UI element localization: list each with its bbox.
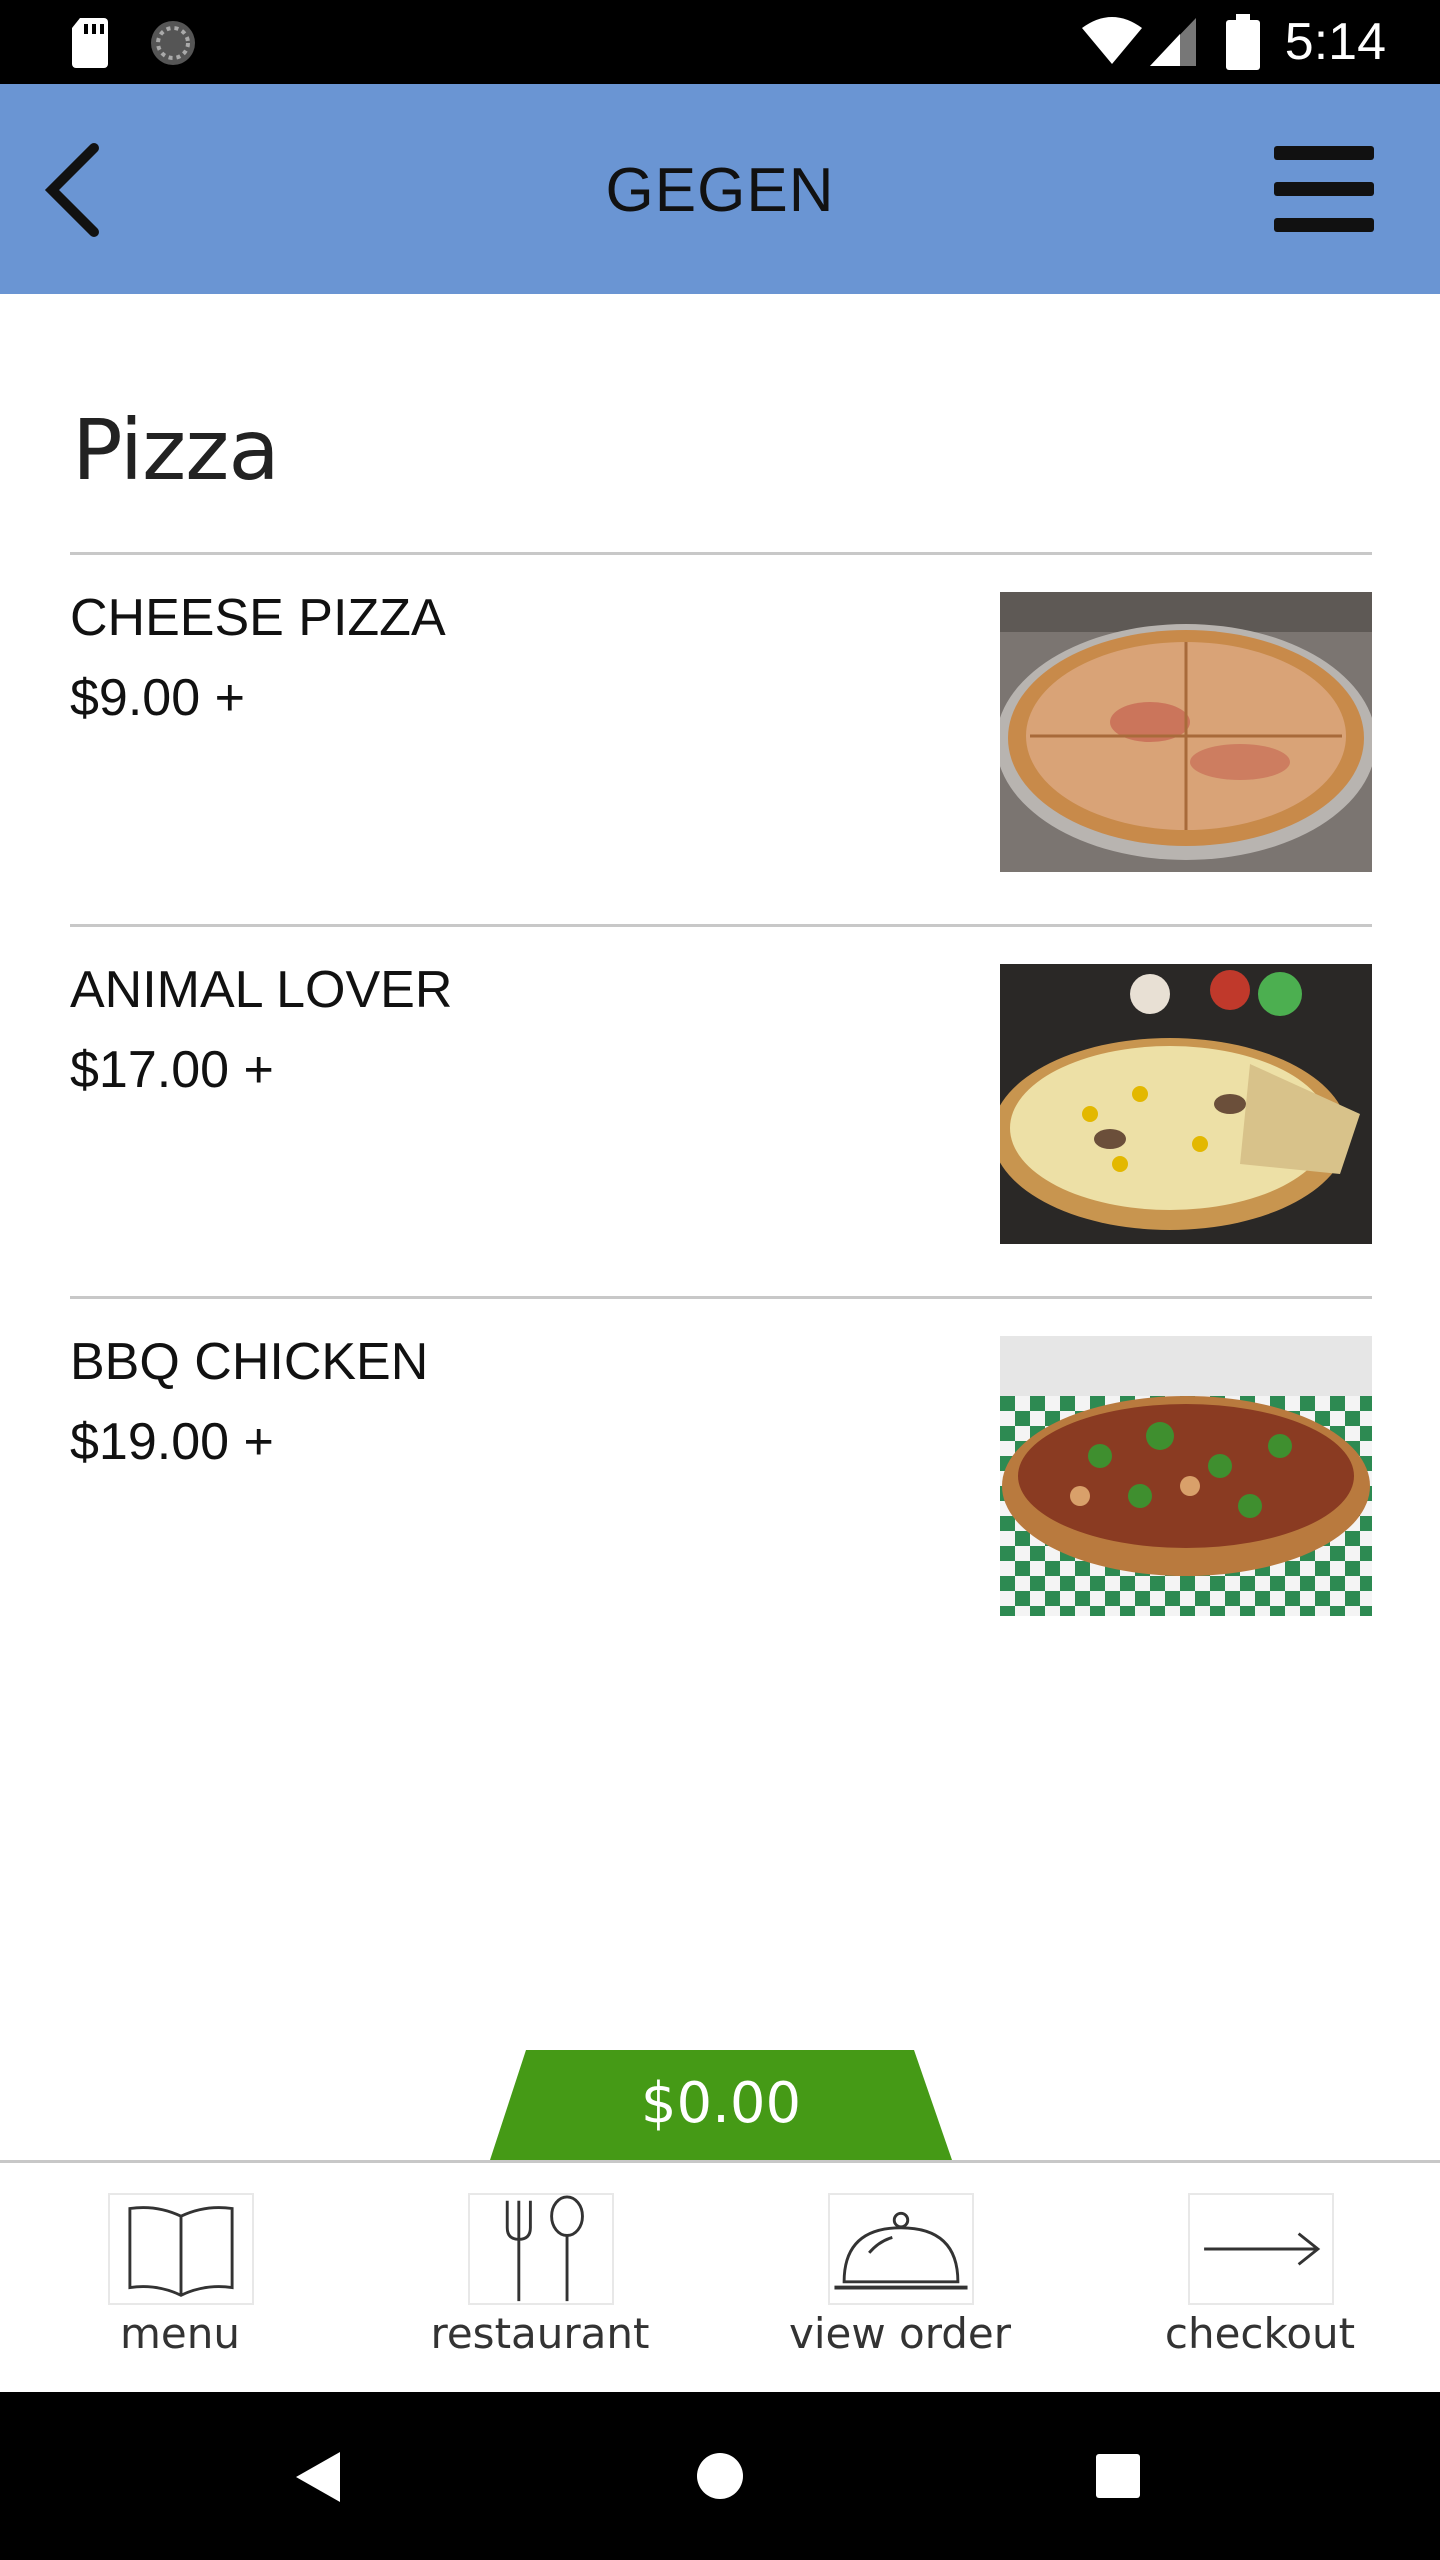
divider bbox=[70, 924, 1372, 927]
item-name: ANIMAL LOVER bbox=[70, 961, 453, 1019]
open-book-icon bbox=[108, 2193, 254, 2305]
item-name: CHEESE PIZZA bbox=[70, 589, 446, 647]
category-title: Pizza bbox=[72, 401, 280, 499]
home-circle-icon[interactable] bbox=[696, 2452, 744, 2500]
sd-card-icon bbox=[72, 18, 108, 68]
nav-menu[interactable]: menu bbox=[0, 2193, 360, 2383]
app-header: GEGEN bbox=[0, 84, 1440, 294]
divider bbox=[70, 1296, 1372, 1299]
nav-label: view order bbox=[788, 2309, 1012, 2358]
item-price: $9.00 + bbox=[70, 669, 245, 727]
cart-total: $0.00 bbox=[640, 2071, 802, 2136]
bottom-nav: menu restaurant view order checkout bbox=[0, 2160, 1440, 2392]
status-time: 5:14 bbox=[1284, 13, 1386, 71]
sync-icon bbox=[151, 21, 195, 65]
nav-view-order[interactable]: view order bbox=[720, 2193, 1080, 2383]
signal-icon bbox=[1150, 18, 1196, 66]
bbq-chicken-pizza-photo bbox=[1000, 1336, 1372, 1616]
item-price: $19.00 + bbox=[70, 1413, 274, 1471]
cart-total-tab[interactable]: $0.00 bbox=[490, 2050, 952, 2160]
status-bar: 5:14 bbox=[0, 0, 1440, 84]
divider bbox=[70, 552, 1372, 555]
nav-checkout[interactable]: checkout bbox=[1080, 2193, 1440, 2383]
fork-spoon-icon bbox=[468, 2193, 614, 2305]
nav-label: menu bbox=[120, 2309, 240, 2358]
animal-lover-pizza-photo bbox=[1000, 964, 1372, 1244]
hamburger-icon[interactable] bbox=[1274, 142, 1374, 236]
nav-label: restaurant bbox=[430, 2309, 650, 2358]
battery-icon bbox=[1226, 14, 1260, 70]
item-price: $17.00 + bbox=[70, 1041, 274, 1099]
back-triangle-icon[interactable] bbox=[296, 2452, 340, 2502]
nav-label: checkout bbox=[1164, 2309, 1356, 2358]
item-name: BBQ CHICKEN bbox=[70, 1333, 429, 1391]
cloche-icon bbox=[828, 2193, 974, 2305]
cheese-pizza-photo bbox=[1000, 592, 1372, 872]
menu-item-bbq-chicken[interactable]: BBQ CHICKEN $19.00 + bbox=[70, 1300, 1372, 1616]
wifi-icon bbox=[1082, 17, 1142, 64]
arrow-right-icon bbox=[1188, 2193, 1334, 2305]
android-nav-bar bbox=[0, 2392, 1440, 2560]
recents-square-icon[interactable] bbox=[1096, 2454, 1140, 2498]
menu-item-cheese-pizza[interactable]: CHEESE PIZZA $9.00 + bbox=[70, 556, 1372, 872]
page-title: GEGEN bbox=[605, 156, 835, 225]
menu-item-animal-lover[interactable]: ANIMAL LOVER $17.00 + bbox=[70, 928, 1372, 1244]
nav-restaurant[interactable]: restaurant bbox=[360, 2193, 720, 2383]
